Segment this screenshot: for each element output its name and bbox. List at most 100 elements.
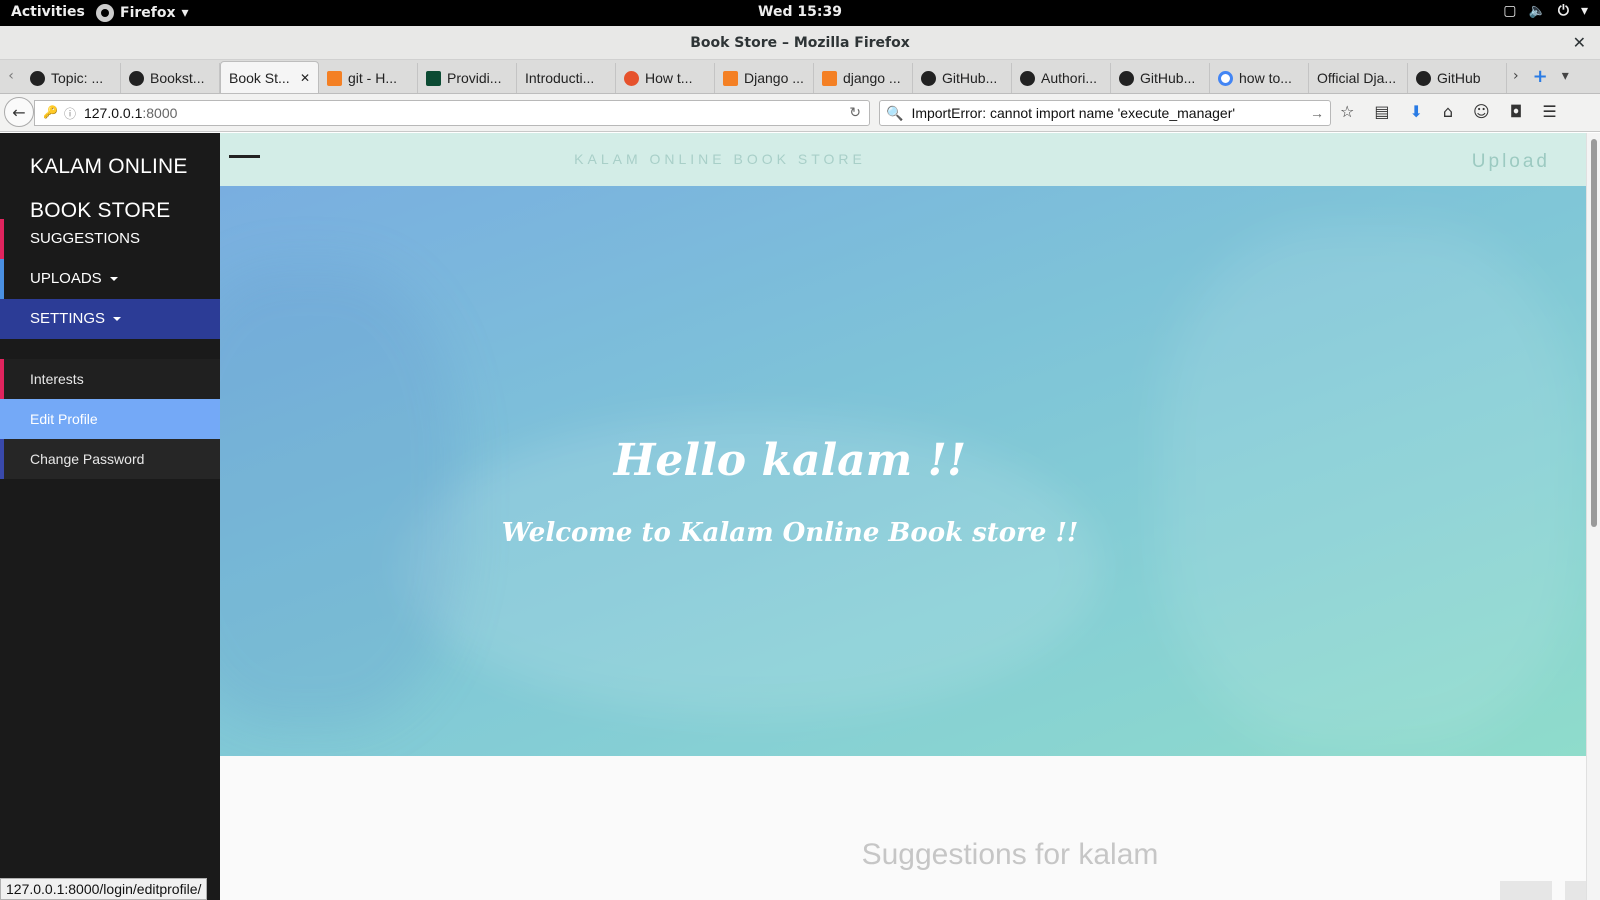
home-icon[interactable]: ⌂ bbox=[1443, 102, 1453, 121]
tab-4[interactable]: Providi... bbox=[418, 63, 517, 93]
menu-icon[interactable]: ☰ bbox=[1542, 102, 1556, 121]
search-icon: 🔍 bbox=[886, 104, 904, 121]
close-tab-icon[interactable]: ✕ bbox=[300, 71, 310, 85]
system-top-bar: Activities Firefox ▾ Wed 15:39 ▢ 🔈 ⏻ ▾ bbox=[0, 0, 1600, 26]
suggestions-title: Suggestions for kalam bbox=[861, 838, 1159, 871]
accent-bar bbox=[0, 259, 4, 299]
sidebar-item-settings[interactable]: SETTINGS bbox=[0, 299, 220, 339]
tab-13[interactable]: Official Dja... bbox=[1309, 63, 1408, 93]
tab-1[interactable]: Bookst... bbox=[121, 63, 220, 93]
github-icon bbox=[1020, 70, 1035, 86]
window-icon: ▢ bbox=[1503, 3, 1517, 19]
tab-9[interactable]: GitHub... bbox=[913, 63, 1012, 93]
tab-label: Topic: ... bbox=[51, 70, 104, 86]
caret-down-icon bbox=[109, 277, 118, 282]
tab-0[interactable]: Topic: ... bbox=[22, 63, 121, 93]
tab-8[interactable]: django ... bbox=[814, 63, 913, 93]
stackoverflow-icon bbox=[723, 70, 738, 86]
status-link-preview: 127.0.0.1:8000/login/editprofile/ bbox=[0, 878, 208, 900]
tab-10[interactable]: Authori... bbox=[1012, 63, 1111, 93]
tab-label: Introducti... bbox=[525, 70, 595, 86]
submenu-item-interests[interactable]: Interests bbox=[0, 359, 220, 399]
sidebar-item-label: SUGGESTIONS bbox=[30, 230, 141, 247]
tab-label: Django ... bbox=[744, 70, 804, 86]
accent-bar bbox=[0, 299, 4, 339]
all-tabs-icon[interactable]: ▾ bbox=[1562, 68, 1569, 84]
stackoverflow-icon bbox=[327, 70, 342, 86]
tab-controls: › + ▾ bbox=[1513, 59, 1569, 93]
bookmark-star-icon[interactable]: ☆ bbox=[1340, 102, 1354, 121]
hero-greeting: Hello kalam !! bbox=[613, 435, 967, 486]
activities-button[interactable]: Activities bbox=[11, 4, 85, 20]
stackoverflow-icon bbox=[822, 70, 837, 86]
new-tab-icon[interactable]: + bbox=[1533, 66, 1548, 87]
page-scrollbar[interactable] bbox=[1586, 133, 1600, 900]
menu-spacer bbox=[0, 339, 220, 359]
sidebar-brand[interactable]: KALAM ONLINE BOOK STORE bbox=[0, 133, 220, 233]
tab-scroll-left-icon[interactable]: ‹ bbox=[0, 59, 22, 93]
volume-icon: 🔈 bbox=[1528, 3, 1546, 19]
close-icon[interactable]: ✕ bbox=[1573, 33, 1586, 52]
info-icon: ⓘ bbox=[63, 106, 76, 121]
submenu-item-label: Interests bbox=[30, 371, 84, 387]
github-icon bbox=[30, 70, 45, 86]
back-button[interactable]: ← bbox=[4, 97, 34, 127]
accent-bar bbox=[0, 359, 4, 399]
tab-5[interactable]: Introducti... bbox=[517, 63, 616, 93]
app-menu[interactable]: Firefox ▾ bbox=[96, 4, 189, 22]
download-icon[interactable]: ⬇ bbox=[1409, 102, 1422, 121]
url-host: 127.0.0.1 bbox=[83, 105, 143, 121]
github-icon bbox=[129, 70, 144, 86]
scrollbar-thumb[interactable] bbox=[1591, 139, 1597, 527]
tab-label: how to... bbox=[1239, 70, 1292, 86]
sidebar-item-uploads[interactable]: UPLOADS bbox=[0, 259, 220, 299]
upload-link[interactable]: Upload bbox=[1472, 151, 1550, 173]
tab-label: django ... bbox=[843, 70, 901, 86]
firefox-icon bbox=[96, 4, 114, 22]
submenu-item-label: Edit Profile bbox=[30, 411, 98, 427]
tab-14[interactable]: GitHub bbox=[1408, 63, 1507, 93]
header-title: KALAM ONLINE BOOK STORE bbox=[574, 151, 866, 167]
tab-12[interactable]: how to... bbox=[1210, 63, 1309, 93]
caret-down-icon bbox=[113, 317, 122, 322]
sidebar-item-label: UPLOADS bbox=[30, 270, 102, 287]
navigation-toolbar: ← 🔑 ⓘ 127.0.0.1 :8000 ↻ 🔍 ImportError: c… bbox=[0, 94, 1600, 132]
reload-icon[interactable]: ↻ bbox=[849, 104, 861, 121]
search-input[interactable]: ImportError: cannot import name 'execute… bbox=[911, 105, 1235, 121]
tab-2[interactable]: Book St... ✕ bbox=[220, 61, 319, 93]
tab-7[interactable]: Django ... bbox=[715, 63, 814, 93]
tab-label: Providi... bbox=[447, 70, 502, 86]
tab-11[interactable]: GitHub... bbox=[1111, 63, 1210, 93]
django-icon bbox=[426, 70, 441, 86]
arrow-left-icon: ← bbox=[12, 102, 26, 122]
tab-scroll-right-icon[interactable]: › bbox=[1513, 68, 1519, 84]
tabs: Topic: ... Bookst... Book St... ✕ git - H...… bbox=[22, 59, 1507, 93]
search-go-icon[interactable]: → bbox=[1310, 105, 1324, 121]
submenu-item-edit-profile[interactable]: Edit Profile bbox=[0, 399, 220, 439]
tab-label: How t... bbox=[645, 70, 693, 86]
carousel-prev-button[interactable] bbox=[1500, 881, 1552, 900]
hero-book-image bbox=[220, 266, 460, 726]
tab-label: GitHub... bbox=[942, 70, 998, 86]
tab-6[interactable]: How t... bbox=[616, 63, 715, 93]
hero-book-image bbox=[1160, 226, 1580, 746]
tab-strip: ‹ Topic: ... Bookst... Book St... ✕ git - H.… bbox=[0, 60, 1600, 94]
sidebar-item-suggestions[interactable]: SUGGESTIONS bbox=[0, 219, 220, 259]
url-bar[interactable]: 🔑 ⓘ 127.0.0.1 :8000 ↻ bbox=[34, 100, 870, 126]
bookmarks-list-icon[interactable]: ▤ bbox=[1374, 102, 1389, 121]
pocket-icon[interactable]: ◘ bbox=[1510, 102, 1523, 121]
github-icon bbox=[1119, 70, 1134, 86]
chevron-down-icon: ▾ bbox=[1580, 3, 1588, 19]
key-icon: 🔑 bbox=[43, 104, 58, 119]
system-tray[interactable]: ▢ 🔈 ⏻ ▾ bbox=[1503, 3, 1588, 19]
tab-3[interactable]: git - H... bbox=[319, 63, 418, 93]
search-bar[interactable]: 🔍 ImportError: cannot import name 'execu… bbox=[879, 100, 1331, 126]
window-titlebar: Book Store – Mozilla Firefox ✕ bbox=[0, 26, 1600, 60]
chat-icon[interactable]: ☺ bbox=[1473, 102, 1490, 121]
tab-label: GitHub... bbox=[1140, 70, 1196, 86]
hero-welcome: Welcome to Kalam Online Book store !! bbox=[501, 518, 1079, 548]
ask-icon bbox=[624, 70, 639, 86]
site-identity[interactable]: 🔑 ⓘ bbox=[35, 105, 84, 122]
window-title: Book Store – Mozilla Firefox bbox=[690, 35, 910, 51]
clock[interactable]: Wed 15:39 bbox=[0, 4, 1600, 20]
